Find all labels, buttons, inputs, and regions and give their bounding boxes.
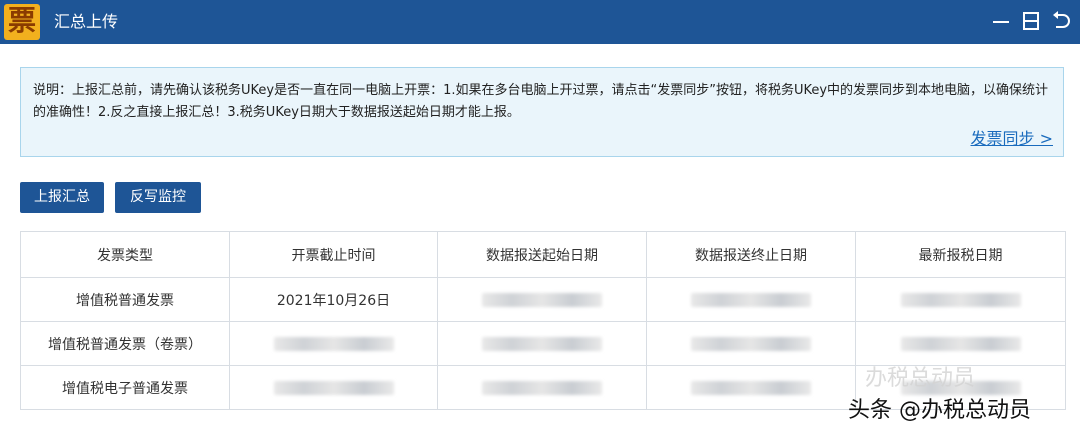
table-header-row: 发票类型 开票截止时间 数据报送起始日期 数据报送终止日期 最新报税日期 — [20, 231, 1066, 278]
cell-start-date — [437, 365, 647, 410]
window-title: 汇总上传 — [54, 12, 119, 31]
cell-invoice-type: 增值税电子普通发票 — [20, 365, 230, 410]
header-start-date: 数据报送起始日期 — [437, 231, 647, 278]
restore-icon[interactable] — [1020, 10, 1042, 32]
blurred-value — [482, 336, 602, 351]
blurred-value — [900, 292, 1021, 307]
invoice-sync-link[interactable]: 发票同步 > — [971, 125, 1054, 149]
notice-box: 说明：上报汇总前，请先确认该税务UKey是否一直在同一电脑上开票：1.如果在多台… — [20, 67, 1064, 157]
report-summary-button[interactable]: 上报汇总 — [20, 182, 104, 213]
blurred-value — [482, 292, 602, 307]
back-icon[interactable] — [1050, 10, 1072, 32]
cell-end-date — [646, 365, 856, 410]
header-deadline: 开票截止时间 — [229, 231, 438, 278]
cell-invoice-type: 增值税普通发票 — [20, 277, 230, 322]
table-row[interactable]: 增值税普通发票（卷票） — [20, 321, 1066, 366]
cell-latest-date — [855, 277, 1066, 322]
cell-deadline — [229, 321, 438, 366]
cell-invoice-type: 增值税普通发票（卷票） — [20, 321, 230, 366]
cell-end-date — [646, 277, 856, 322]
blurred-value — [900, 336, 1021, 351]
faint-watermark: 办税总动员 — [865, 366, 976, 391]
blurred-value — [691, 336, 811, 351]
blurred-value — [691, 380, 811, 395]
writeback-monitor-button[interactable]: 反写监控 — [115, 182, 201, 213]
header-latest-date: 最新报税日期 — [855, 231, 1066, 278]
minimize-icon[interactable] — [990, 10, 1012, 32]
cell-end-date — [646, 321, 856, 366]
blurred-value — [273, 380, 394, 395]
cell-deadline — [229, 365, 438, 410]
blurred-value — [691, 292, 811, 307]
cell-latest-date — [855, 321, 1066, 366]
title-bar: 票 汇总上传 — [0, 0, 1080, 44]
cell-start-date — [437, 321, 647, 366]
cell-deadline: 2021年10月26日 — [229, 277, 438, 322]
cell-start-date — [437, 277, 647, 322]
blurred-value — [273, 336, 394, 351]
app-logo-icon: 票 — [4, 4, 40, 40]
header-end-date: 数据报送终止日期 — [646, 231, 856, 278]
table-row[interactable]: 增值税普通发票 2021年10月26日 — [20, 277, 1066, 322]
notice-text: 说明：上报汇总前，请先确认该税务UKey是否一直在同一电脑上开票：1.如果在多台… — [33, 83, 1049, 120]
blurred-value — [482, 380, 602, 395]
watermark-text: 头条 @办税总动员 — [848, 398, 1031, 423]
header-invoice-type: 发票类型 — [20, 231, 230, 278]
